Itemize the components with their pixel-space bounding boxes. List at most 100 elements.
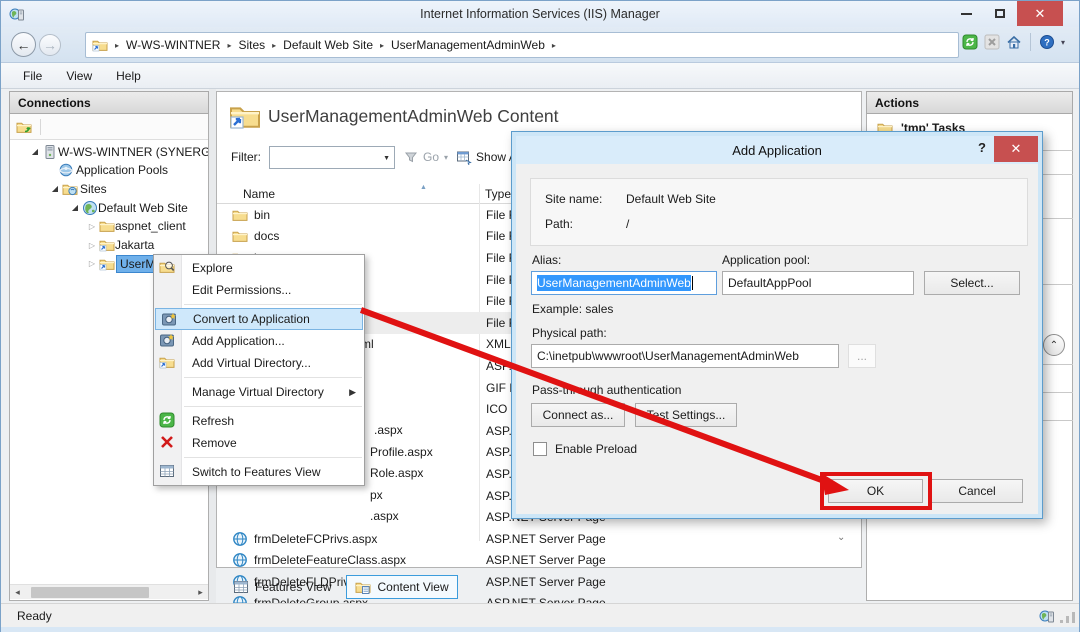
explore-icon xyxy=(159,259,175,275)
connections-header: Connections xyxy=(9,91,209,114)
table-row[interactable]: frmDeleteFCPrivs.aspxASP.NET Server Page xyxy=(218,528,850,550)
refresh-page-icon[interactable] xyxy=(962,34,978,50)
dialog-help-button[interactable]: ? xyxy=(978,140,986,155)
stop-icon[interactable] xyxy=(984,34,1000,50)
maximize-icon xyxy=(995,9,1005,18)
page-title: UserManagementAdminWeb Content xyxy=(268,106,559,127)
tree-expand-icon[interactable]: ▷ xyxy=(87,259,97,268)
scroll-right-icon[interactable]: ▸ xyxy=(193,587,208,598)
globe-icon xyxy=(232,552,248,568)
maximize-button[interactable] xyxy=(983,1,1017,26)
tree-item-label: Jakarta xyxy=(115,238,154,252)
tree-expand-icon[interactable]: ▷ xyxy=(87,241,97,250)
tree-collapse-icon[interactable]: ◢ xyxy=(30,147,40,156)
menu-item-convert-to-application[interactable]: Convert to Application xyxy=(155,308,363,330)
browse-button[interactable]: ... xyxy=(848,344,876,368)
back-button[interactable]: ← xyxy=(11,32,36,57)
app-pool-input[interactable]: DefaultAppPool xyxy=(722,271,914,295)
menu-item-add-virtual-directory[interactable]: Add Virtual Directory... xyxy=(154,352,364,374)
tree-item[interactable]: ▷Jakarta xyxy=(10,236,100,255)
server-icon xyxy=(42,144,58,160)
menu-item-manage-virtual-directory[interactable]: Manage Virtual Directory▶ xyxy=(154,381,364,403)
connections-toolbar xyxy=(10,114,208,140)
enable-preload-checkbox[interactable] xyxy=(533,442,547,456)
tree-item[interactable]: ◢W-WS-WINTNER (SYNERGIS\ xyxy=(10,142,43,161)
menu-item-switch-to-features-view[interactable]: Switch to Features View xyxy=(154,461,364,483)
tree-collapse-icon[interactable]: ◢ xyxy=(50,184,60,193)
tree-item[interactable]: ◢Sites xyxy=(10,179,63,198)
add-application-dialog: Add Application ? ✕ Site name: Default W… xyxy=(511,131,1043,519)
test-settings-button[interactable]: Test Settings... xyxy=(635,403,737,427)
connect-as-button[interactable]: Connect as... xyxy=(531,403,625,427)
scrollbar-thumb[interactable] xyxy=(31,587,149,598)
tree-expand-icon[interactable]: ▷ xyxy=(87,222,97,231)
file-type: ASP.NET Server Page xyxy=(486,532,606,546)
help-icon[interactable]: ? xyxy=(1039,34,1055,50)
physical-path-input[interactable]: C:\inetpub\wwwroot\UserManagementAdminWe… xyxy=(531,344,839,368)
create-connection-icon[interactable] xyxy=(16,119,32,135)
alias-input[interactable]: UserManagementAdminWeb xyxy=(531,271,717,295)
tree-item[interactable]: ▷aspnet_client xyxy=(10,217,100,236)
go-dropdown-icon[interactable]: ▾ xyxy=(444,153,448,162)
forward-button[interactable]: → xyxy=(39,34,61,56)
chevron-down-icon[interactable]: ▼ xyxy=(383,155,390,162)
menu-item-explore[interactable]: Explore xyxy=(154,257,364,279)
tree-item-label: aspnet_client xyxy=(115,219,186,233)
column-name[interactable]: Name xyxy=(243,187,275,201)
breadcrumb-item[interactable]: UserManagementAdminWeb xyxy=(391,38,545,52)
select-button[interactable]: Select... xyxy=(924,271,1020,295)
resize-grip[interactable] xyxy=(1060,612,1075,623)
menu-item-edit-permissions[interactable]: Edit Permissions... xyxy=(154,279,364,301)
breadcrumb-item[interactable]: Default Web Site xyxy=(283,38,373,52)
breadcrumb-item[interactable]: Sites xyxy=(238,38,265,52)
menu-separator xyxy=(184,457,362,458)
breadcrumb-folder-icon xyxy=(92,37,108,53)
tree-item[interactable]: ▷UserManagementAdminWeb xyxy=(10,254,100,273)
close-button[interactable]: ✕ xyxy=(1017,1,1063,26)
menubar-item-view[interactable]: View xyxy=(54,65,104,87)
site-info-box: Site name: Default Web Site Path: / xyxy=(530,178,1028,246)
menu-separator xyxy=(184,406,362,407)
titlebar: Internet Information Services (IIS) Mana… xyxy=(1,1,1079,27)
example-text: Example: sales xyxy=(532,302,613,316)
path-value: / xyxy=(626,217,629,231)
menu-item-remove[interactable]: Remove xyxy=(154,432,364,454)
toolbar-separator xyxy=(1030,33,1031,51)
folder-icon xyxy=(99,218,115,234)
cancel-button[interactable]: Cancel xyxy=(931,479,1023,503)
content-title-folder-icon xyxy=(229,100,261,132)
filter-input[interactable]: ▼ xyxy=(269,146,395,169)
dialog-title: Add Application xyxy=(516,136,1038,164)
home-icon[interactable] xyxy=(1006,34,1022,50)
scroll-left-icon[interactable]: ◂ xyxy=(10,587,25,598)
minimize-button[interactable] xyxy=(949,1,983,26)
menubar-item-file[interactable]: File xyxy=(11,65,54,87)
tree-item[interactable]: ◢Default Web Site xyxy=(10,198,83,217)
tab-features-view[interactable]: Features View xyxy=(224,575,340,599)
connections-hscrollbar[interactable]: ◂ ▸ xyxy=(10,584,208,599)
menu-item-refresh[interactable]: Refresh xyxy=(154,410,364,432)
tree-collapse-icon[interactable]: ◢ xyxy=(70,203,80,212)
menu-item-add-application[interactable]: Add Application... xyxy=(154,330,364,352)
breadcrumb-item[interactable]: W-WS-WINTNER xyxy=(126,38,220,52)
menubar-item-help[interactable]: Help xyxy=(104,65,153,87)
tab-content-view[interactable]: Content View xyxy=(346,575,457,599)
tree-item-label: Application Pools xyxy=(76,163,168,177)
dialog-close-button[interactable]: ✕ xyxy=(994,136,1038,162)
grid-icon xyxy=(159,463,175,479)
column-type[interactable]: Type xyxy=(485,187,511,201)
file-name: .aspx xyxy=(374,423,403,437)
context-menu: ExploreEdit Permissions... Convert to App… xyxy=(153,254,365,486)
sort-ascending-icon: ▲ xyxy=(420,184,427,191)
show-all-icon[interactable] xyxy=(456,149,472,165)
file-name: Role.aspx xyxy=(370,466,423,480)
breadcrumb[interactable]: ▸W-WS-WINTNER▸Sites▸Default Web Site▸Use… xyxy=(85,32,959,58)
collapse-section-button[interactable]: ⌃ xyxy=(1043,334,1065,356)
menu-item-label: Add Virtual Directory... xyxy=(192,356,311,370)
help-dropdown-icon[interactable]: ▾ xyxy=(1061,38,1065,47)
breadcrumb-separator-icon: ▸ xyxy=(272,41,276,50)
go-button[interactable]: Go xyxy=(423,150,439,164)
table-row[interactable]: frmDeleteFeatureClass.aspxASP.NET Server… xyxy=(218,550,850,572)
window-title: Internet Information Services (IIS) Mana… xyxy=(1,7,1079,21)
scroll-down-icon[interactable]: ⌄ xyxy=(837,532,845,543)
